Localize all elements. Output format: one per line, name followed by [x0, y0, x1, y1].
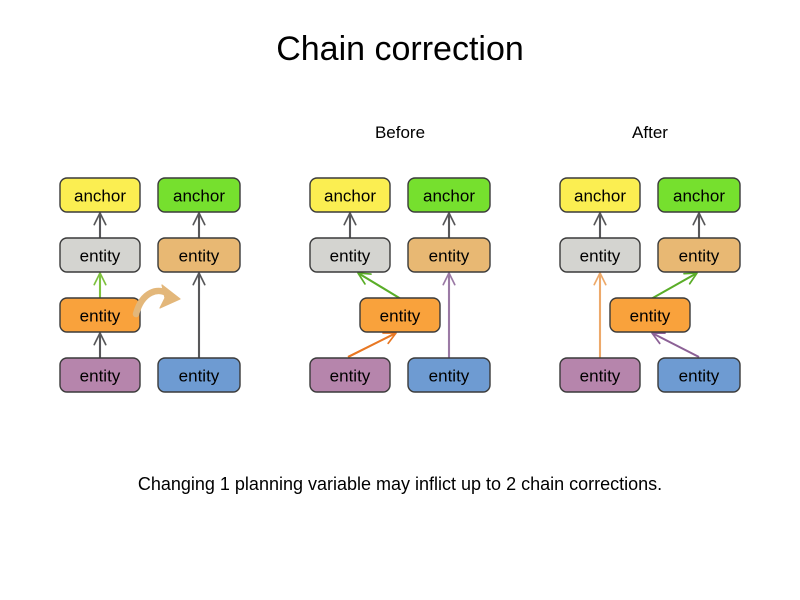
arrow-g1-entity-purple-to-g1-entity-orange — [93, 332, 107, 358]
node-label: entity — [679, 367, 720, 386]
node-g1-entity-purple[interactable]: entity — [59, 357, 141, 393]
arrow-g2-entity-purple-to-g2-entity-orange — [347, 332, 397, 358]
node-label: entity — [380, 307, 421, 326]
node-label: entity — [80, 367, 121, 386]
node-label: entity — [179, 247, 220, 266]
node-label: anchor — [673, 187, 725, 206]
node-label: entity — [429, 247, 470, 266]
node-g3-entity-blue[interactable]: entity — [657, 357, 741, 393]
node-label: anchor — [423, 187, 475, 206]
node-g1-entity-blue[interactable]: entity — [157, 357, 241, 393]
node-label: entity — [580, 367, 621, 386]
node-label: entity — [80, 247, 121, 266]
node-g2-anchor-left[interactable]: anchor — [309, 177, 391, 213]
curved-move-arrow-layer — [132, 284, 181, 318]
arrow-g3-entity-orange-to-g3-entity-tan — [650, 272, 698, 300]
slide-canvas: Chain correction Before After anchor anch… — [0, 0, 800, 600]
node-g3-entity-purple[interactable]: entity — [559, 357, 641, 393]
arrow-g3-entity-blue-to-g3-entity-orange — [651, 332, 700, 358]
node-g1-anchor-right[interactable]: anchor — [157, 177, 241, 213]
node-g2-entity-orange[interactable]: entity — [359, 297, 441, 333]
curved-move-arrow — [132, 284, 181, 318]
arrow-g1-entity-gray-to-g1-anchor-left — [93, 212, 107, 238]
node-label: entity — [80, 307, 121, 326]
arrow-g1-entity-blue-to-g1-entity-tan — [192, 272, 206, 358]
node-g3-anchor-left[interactable]: anchor — [559, 177, 641, 213]
node-g2-entity-tan[interactable]: entity — [407, 237, 491, 273]
node-g3-entity-tan[interactable]: entity — [657, 237, 741, 273]
arrow-g1-entity-tan-to-g1-anchor-right — [192, 212, 206, 238]
chain-correction-diagram: anchor anchor entity entity entity entity enti… — [59, 177, 741, 393]
node-g2-anchor-right[interactable]: anchor — [407, 177, 491, 213]
arrow-g1-entity-orange-to-g1-entity-gray — [93, 272, 107, 298]
node-g3-entity-orange[interactable]: entity — [609, 297, 691, 333]
node-label: entity — [330, 247, 371, 266]
node-label: entity — [179, 367, 220, 386]
node-label: entity — [679, 247, 720, 266]
node-label: anchor — [74, 187, 126, 206]
node-g2-entity-gray[interactable]: entity — [309, 237, 391, 273]
node-label: anchor — [324, 187, 376, 206]
node-g1-entity-gray[interactable]: entity — [59, 237, 141, 273]
node-g1-entity-tan[interactable]: entity — [157, 237, 241, 273]
arrow-g3-entity-gray-to-g3-anchor-left — [593, 212, 607, 238]
node-g1-anchor-left[interactable]: anchor — [59, 177, 141, 213]
node-label: anchor — [173, 187, 225, 206]
node-label: anchor — [574, 187, 626, 206]
arrow-layer — [93, 212, 706, 358]
node-label: entity — [429, 367, 470, 386]
node-g2-entity-blue[interactable]: entity — [407, 357, 491, 393]
node-g2-entity-purple[interactable]: entity — [309, 357, 391, 393]
node-g3-entity-gray[interactable]: entity — [559, 237, 641, 273]
node-g1-entity-orange[interactable]: entity — [59, 297, 141, 333]
arrow-g2-entity-orange-to-g2-entity-gray — [357, 272, 402, 300]
node-label: entity — [630, 307, 671, 326]
node-label: entity — [330, 367, 371, 386]
arrow-g3-entity-purple-to-g3-entity-gray — [593, 272, 607, 358]
node-label: entity — [580, 247, 621, 266]
arrow-g2-entity-tan-to-g2-anchor-right — [442, 212, 456, 238]
slide-caption: Changing 1 planning variable may inflict… — [137, 474, 663, 494]
node-g3-anchor-right[interactable]: anchor — [657, 177, 741, 213]
arrow-g2-entity-blue-to-g2-entity-tan — [442, 272, 456, 358]
arrow-g2-entity-gray-to-g2-anchor-left — [343, 212, 357, 238]
arrow-g3-entity-tan-to-g3-anchor-right — [692, 212, 706, 238]
